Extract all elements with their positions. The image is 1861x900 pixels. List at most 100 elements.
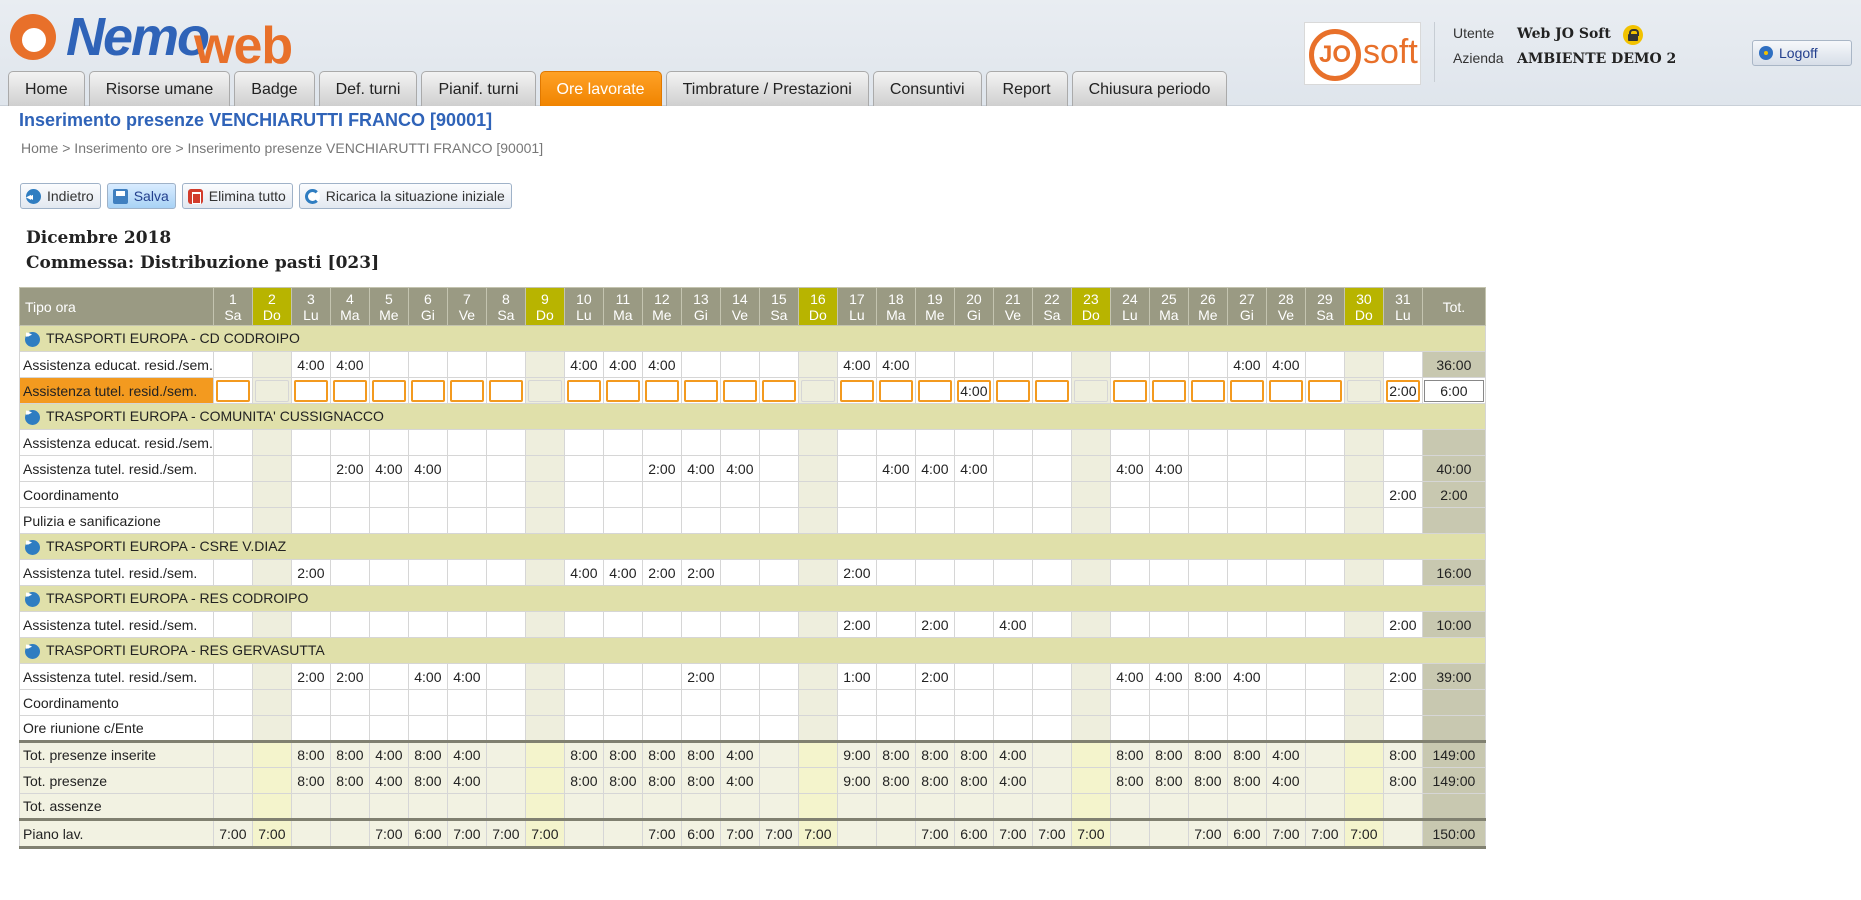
- hour-cell[interactable]: 4:00: [836, 351, 877, 378]
- hour-cell[interactable]: [914, 507, 955, 534]
- hour-cell[interactable]: [719, 351, 760, 378]
- group-header[interactable]: TRASPORTI EUROPA - CD CODROIPO: [19, 325, 1486, 352]
- tab-risorse-umane[interactable]: Risorse umane: [88, 71, 231, 106]
- hour-cell[interactable]: [1148, 429, 1189, 456]
- hour-cell[interactable]: [875, 507, 916, 534]
- hour-cell[interactable]: [524, 663, 565, 690]
- hour-cell[interactable]: [563, 715, 604, 742]
- expand-icon[interactable]: [25, 407, 40, 425]
- hour-cell[interactable]: 4:00: [953, 455, 994, 482]
- hour-cell[interactable]: [251, 377, 292, 404]
- hour-cell[interactable]: [290, 481, 331, 508]
- hour-cell[interactable]: [797, 611, 838, 638]
- hour-input[interactable]: [449, 379, 484, 402]
- hour-cell[interactable]: [1031, 351, 1072, 378]
- hour-input[interactable]: [566, 379, 601, 402]
- expand-icon[interactable]: [25, 641, 40, 659]
- hour-cell[interactable]: [953, 559, 994, 586]
- hour-cell[interactable]: [1226, 429, 1267, 456]
- hour-cell[interactable]: [251, 481, 292, 508]
- hour-cell[interactable]: [875, 715, 916, 742]
- hour-cell[interactable]: [797, 351, 838, 378]
- hour-cell[interactable]: [329, 689, 370, 716]
- hour-input[interactable]: [683, 379, 718, 402]
- hour-input[interactable]: [1229, 379, 1264, 402]
- hour-cell[interactable]: [1109, 611, 1150, 638]
- hour-cell[interactable]: [1031, 377, 1072, 404]
- group-header[interactable]: TRASPORTI EUROPA - RES GERVASUTTA: [19, 637, 1486, 664]
- hour-cell[interactable]: [368, 351, 409, 378]
- hour-cell[interactable]: 2:00: [290, 559, 331, 586]
- hour-cell[interactable]: [290, 455, 331, 482]
- hour-cell[interactable]: [797, 481, 838, 508]
- hour-cell[interactable]: [1265, 715, 1306, 742]
- hour-cell[interactable]: [1070, 611, 1111, 638]
- hour-cell[interactable]: 2:00: [1382, 377, 1423, 404]
- tab-def-turni[interactable]: Def. turni: [318, 71, 418, 106]
- hour-cell[interactable]: [524, 715, 565, 742]
- hour-cell[interactable]: [992, 481, 1033, 508]
- hour-input[interactable]: [839, 379, 874, 402]
- hour-cell[interactable]: [407, 507, 448, 534]
- hour-cell[interactable]: [1109, 429, 1150, 456]
- hour-cell[interactable]: 2:00: [641, 559, 682, 586]
- hour-cell[interactable]: [1187, 611, 1228, 638]
- hour-cell[interactable]: [602, 507, 643, 534]
- hour-cell[interactable]: 4:00: [680, 455, 721, 482]
- hour-cell[interactable]: 4:00: [368, 455, 409, 482]
- hour-cell[interactable]: [524, 611, 565, 638]
- hour-cell[interactable]: [836, 715, 877, 742]
- hour-cell[interactable]: [407, 559, 448, 586]
- hour-cell[interactable]: [992, 377, 1033, 404]
- hour-cell[interactable]: [1343, 377, 1384, 404]
- hour-cell[interactable]: [251, 715, 292, 742]
- hour-cell[interactable]: 4:00: [1226, 351, 1267, 378]
- hour-cell[interactable]: [1265, 455, 1306, 482]
- hour-cell[interactable]: [563, 377, 604, 404]
- hour-cell[interactable]: [446, 689, 487, 716]
- hour-cell[interactable]: [524, 689, 565, 716]
- hour-cell[interactable]: [875, 611, 916, 638]
- hour-cell[interactable]: 2:00: [290, 663, 331, 690]
- hour-cell[interactable]: [329, 377, 370, 404]
- hour-cell[interactable]: [446, 429, 487, 456]
- logoff-button[interactable]: Logoff: [1752, 40, 1852, 66]
- hour-cell[interactable]: [1031, 559, 1072, 586]
- hour-cell[interactable]: [1382, 351, 1423, 378]
- hour-cell[interactable]: [1031, 689, 1072, 716]
- hour-cell[interactable]: [290, 377, 331, 404]
- hour-cell[interactable]: [1343, 429, 1384, 456]
- hour-cell[interactable]: [1343, 455, 1384, 482]
- hour-input[interactable]: [722, 379, 757, 402]
- hour-cell[interactable]: [251, 689, 292, 716]
- hour-cell[interactable]: 2:00: [680, 559, 721, 586]
- hour-input[interactable]: [1268, 379, 1303, 402]
- hour-input[interactable]: [761, 379, 796, 402]
- hour-cell[interactable]: [1265, 507, 1306, 534]
- hour-cell[interactable]: 4:00: [407, 455, 448, 482]
- hour-cell[interactable]: [992, 351, 1033, 378]
- hour-cell[interactable]: [368, 377, 409, 404]
- hour-cell[interactable]: [1187, 377, 1228, 404]
- hour-cell[interactable]: [1304, 611, 1345, 638]
- hour-cell[interactable]: [1109, 689, 1150, 716]
- hour-input[interactable]: [371, 379, 406, 402]
- hour-cell[interactable]: [407, 377, 448, 404]
- hour-cell[interactable]: [212, 689, 253, 716]
- hour-cell[interactable]: [1187, 429, 1228, 456]
- hour-cell[interactable]: 4:00: [914, 455, 955, 482]
- hour-cell[interactable]: [290, 507, 331, 534]
- hour-cell[interactable]: [758, 507, 799, 534]
- hour-cell[interactable]: [758, 377, 799, 404]
- hour-cell[interactable]: [641, 507, 682, 534]
- hour-cell[interactable]: [1148, 559, 1189, 586]
- hour-cell[interactable]: [719, 663, 760, 690]
- hour-cell[interactable]: [1304, 689, 1345, 716]
- hour-cell[interactable]: [368, 663, 409, 690]
- hour-cell[interactable]: 2:00: [836, 559, 877, 586]
- hour-cell[interactable]: [1265, 611, 1306, 638]
- hour-cell[interactable]: [719, 481, 760, 508]
- hour-cell[interactable]: [368, 481, 409, 508]
- hour-cell[interactable]: [1304, 351, 1345, 378]
- hour-cell[interactable]: [1031, 429, 1072, 456]
